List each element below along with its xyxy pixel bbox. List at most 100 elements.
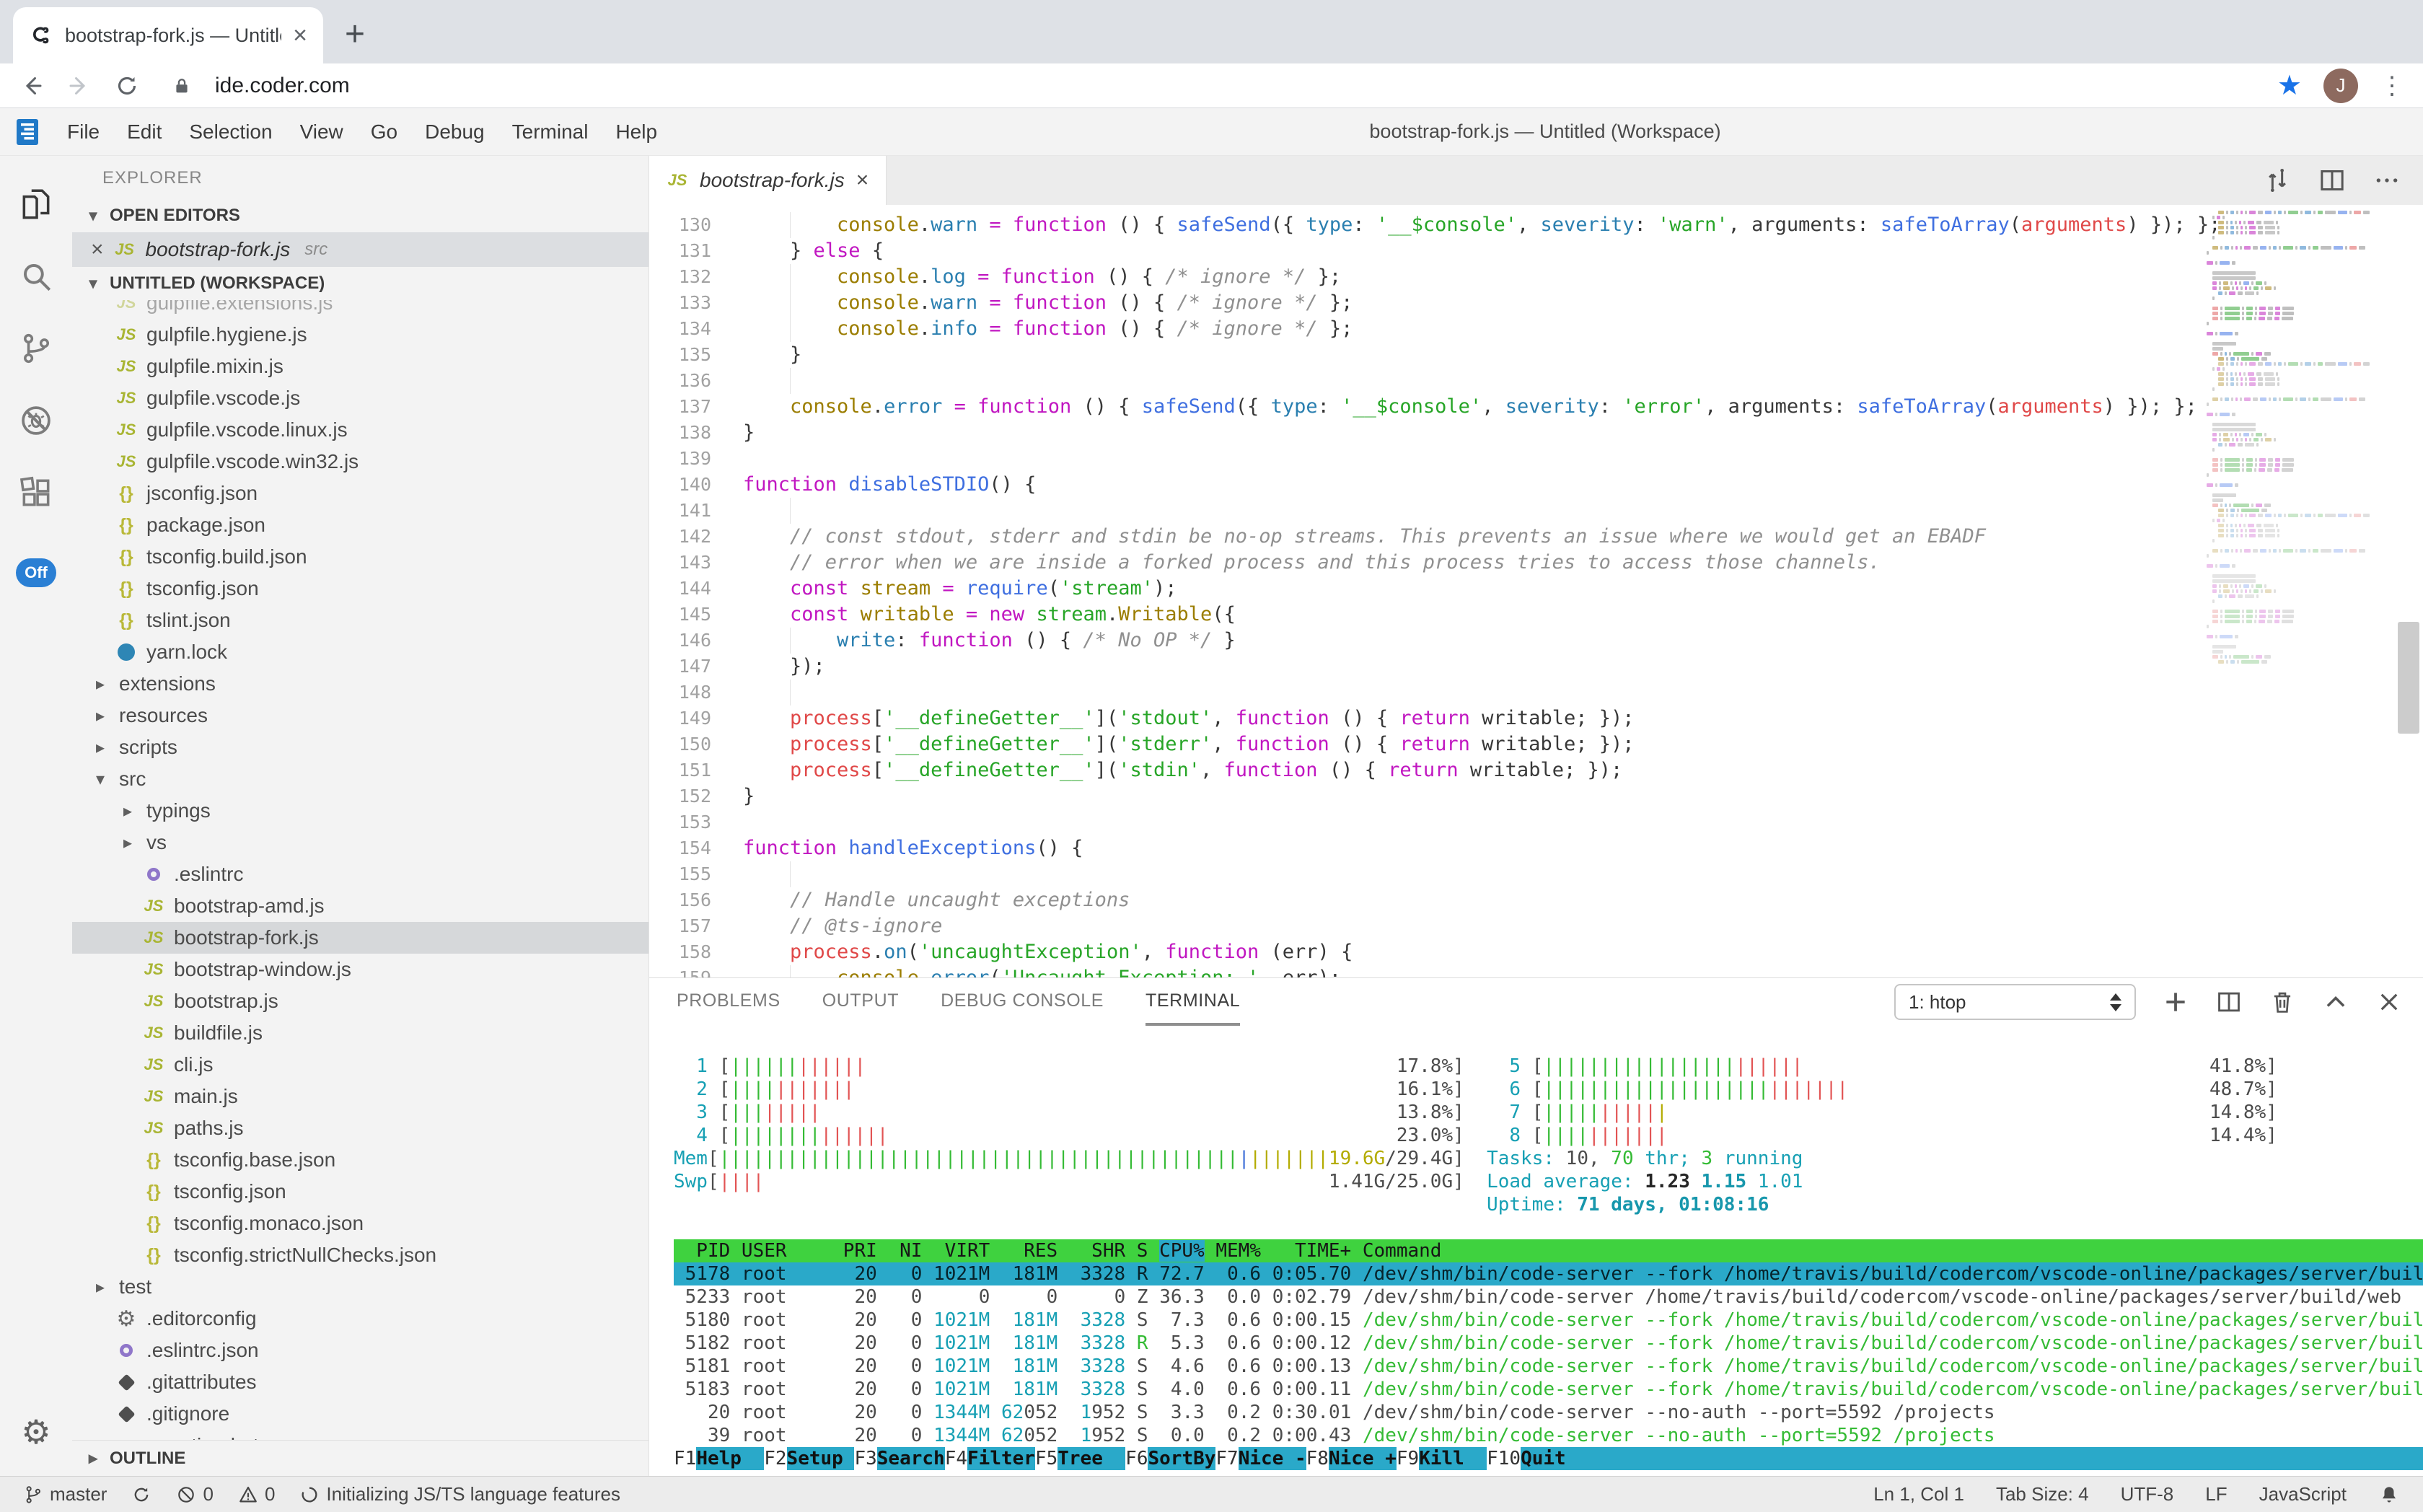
tree-item[interactable]: ⚙.editorconfig [72, 1303, 648, 1335]
code-line[interactable]: 153 [649, 809, 2207, 835]
htop-fnkey-bar[interactable]: F1Help F2Setup F3SearchF4FilterF5Tree F6… [674, 1447, 2423, 1470]
tree-item[interactable]: ▸resources [72, 700, 648, 731]
explorer-icon[interactable] [17, 185, 56, 224]
tree-item[interactable]: JSmain.js [72, 1081, 648, 1112]
panel-tab-debug-console[interactable]: DEBUG CONSOLE [941, 978, 1104, 1026]
forward-icon[interactable] [66, 73, 92, 99]
url-text[interactable]: ide.coder.com [215, 74, 350, 98]
tree-item[interactable]: yarn.lock [72, 636, 648, 668]
code-line[interactable]: 139 [649, 446, 2207, 472]
code-line[interactable]: 149process['__defineGetter__']('stdout',… [649, 706, 2207, 731]
debug-disabled-icon[interactable] [17, 401, 56, 440]
tree-item[interactable]: ▸scripts [72, 731, 648, 763]
tree-item[interactable]: ▸typings [72, 795, 648, 827]
status-spinner[interactable]: Initializing JS/TS language features [299, 1483, 620, 1506]
code-line[interactable]: 130console.warn = function () { safeSend… [649, 212, 2207, 238]
htop-process-row[interactable]: 5180 root 20 0 1021M 181M 3328 S 7.3 0.6… [674, 1309, 2423, 1332]
tree-item[interactable]: JSbootstrap-window.js [72, 954, 648, 985]
code-line[interactable]: 132console.log = function () { /* ignore… [649, 264, 2207, 290]
code-line[interactable]: 135} [649, 342, 2207, 368]
menu-terminal[interactable]: Terminal [498, 120, 602, 143]
terminal[interactable]: 1 [|||||||||||| 17.8%] 5 [||||||||||||||… [649, 1026, 2423, 1476]
code-line[interactable]: 144const stream = require('stream'); [649, 576, 2207, 602]
source-control-icon[interactable] [17, 329, 56, 368]
tree-item[interactable]: ≡.mention-bot [72, 1430, 648, 1440]
tree-item[interactable]: .eslintrc [72, 858, 648, 890]
close-panel-icon[interactable] [2375, 988, 2403, 1016]
htop-process-row[interactable]: 5233 root 20 0 0 0 0 Z 36.3 0.0 0:02.79 … [674, 1285, 2423, 1309]
editor-tab[interactable]: JS bootstrap-fork.js × [649, 156, 887, 205]
status-tab-size-4[interactable]: Tab Size: 4 [1996, 1483, 2089, 1506]
tree-item[interactable]: .gitattributes [72, 1366, 648, 1398]
tree-item[interactable]: ▸vs [72, 827, 648, 858]
status-warning[interactable]: 0 [238, 1483, 275, 1506]
tree-item[interactable]: {}tsconfig.json [72, 573, 648, 605]
code-line[interactable]: 151process['__defineGetter__']('stdin', … [649, 757, 2207, 783]
tree-item[interactable]: .eslintrc.json [72, 1335, 648, 1366]
code-line[interactable]: 140function disableSTDIO() { [649, 472, 2207, 498]
code-line[interactable]: 147}); [649, 654, 2207, 680]
panel-tab-problems[interactable]: PROBLEMS [677, 978, 780, 1026]
status-sync[interactable] [131, 1485, 151, 1505]
tree-item[interactable]: {}tsconfig.json [72, 1176, 648, 1208]
close-icon[interactable]: × [91, 237, 104, 262]
tree-item[interactable]: {}tsconfig.monaco.json [72, 1208, 648, 1239]
status-branch[interactable]: master [23, 1483, 107, 1506]
tree-item[interactable]: {}tsconfig.strictNullChecks.json [72, 1239, 648, 1271]
tree-item[interactable]: JSgulpfile.extensions.js [72, 300, 648, 319]
code-line[interactable]: 146write: function () { /* No OP */ } [649, 628, 2207, 654]
workspace-header[interactable]: ▾ UNTITLED (WORKSPACE) [72, 267, 648, 300]
tree-item[interactable]: {}package.json [72, 509, 648, 541]
menu-view[interactable]: View [286, 120, 357, 143]
new-terminal-icon[interactable] [2162, 988, 2189, 1016]
bookmark-star-icon[interactable]: ★ [2277, 69, 2302, 102]
search-icon[interactable] [17, 257, 56, 296]
tree-item[interactable]: JSgulpfile.hygiene.js [72, 319, 648, 351]
tree-item[interactable]: ▾src [72, 763, 648, 795]
tree-item[interactable]: {}tsconfig.build.json [72, 541, 648, 573]
back-icon[interactable] [19, 73, 45, 99]
minimap[interactable] [2207, 211, 2388, 665]
menu-debug[interactable]: Debug [411, 120, 498, 143]
htop-process-row[interactable]: 20 root 20 0 1344M 62052 1952 S 3.3 0.2 … [674, 1401, 2423, 1424]
menu-edit[interactable]: Edit [113, 120, 175, 143]
htop-table-header[interactable]: PID USER PRI NI VIRT RES SHR S CPU% MEM%… [674, 1239, 2423, 1262]
tree-item[interactable]: {}jsconfig.json [72, 478, 648, 509]
tree-item[interactable]: JSgulpfile.vscode.linux.js [72, 414, 648, 446]
tree-item[interactable]: JScli.js [72, 1049, 648, 1081]
code-line[interactable]: 148 [649, 680, 2207, 706]
htop-process-row[interactable]: 5178 root 20 0 1021M 181M 3328 R 72.7 0.… [674, 1262, 2423, 1285]
browser-menu-icon[interactable]: ⋮ [2380, 71, 2404, 100]
code-line[interactable]: 142// const stdout, stderr and stdin be … [649, 524, 2207, 550]
tree-item[interactable]: JSgulpfile.vscode.js [72, 382, 648, 414]
kill-terminal-icon[interactable] [2269, 988, 2296, 1016]
code-line[interactable]: 155 [649, 861, 2207, 887]
code-line[interactable]: 152} [649, 783, 2207, 809]
code-editor[interactable]: 130console.warn = function () { safeSend… [649, 205, 2423, 977]
browser-tab[interactable]: bootstrap-fork.js — Untitled (V × [13, 7, 323, 63]
terminal-select[interactable]: 1: htop [1894, 984, 2136, 1020]
open-changes-icon[interactable] [2263, 166, 2292, 195]
htop-process-row[interactable]: 5183 root 20 0 1021M 181M 3328 S 4.0 0.6… [674, 1378, 2423, 1401]
tree-item[interactable]: JSgulpfile.mixin.js [72, 351, 648, 382]
split-editor-icon[interactable] [2318, 166, 2347, 195]
status-ln-1-col-1[interactable]: Ln 1, Col 1 [1873, 1483, 1964, 1506]
maximize-panel-icon[interactable] [2322, 988, 2349, 1016]
code-line[interactable]: 157// @ts-ignore [649, 913, 2207, 939]
code-line[interactable]: 159console.error('Uncaught Exception: ',… [649, 965, 2207, 977]
tree-item[interactable]: {}tslint.json [72, 605, 648, 636]
htop-process-row[interactable]: 5182 root 20 0 1021M 181M 3328 R 5.3 0.6… [674, 1332, 2423, 1355]
status-badge[interactable]: Off [16, 558, 56, 587]
menu-help[interactable]: Help [602, 120, 671, 143]
code-line[interactable]: 131} else { [649, 238, 2207, 264]
panel-tab-terminal[interactable]: TERMINAL [1145, 978, 1240, 1026]
code-line[interactable]: 158process.on('uncaughtException', funct… [649, 939, 2207, 965]
code-line[interactable]: 137console.error = function () { safeSen… [649, 394, 2207, 420]
code-area[interactable]: 130console.warn = function () { safeSend… [649, 212, 2207, 977]
tree-item[interactable]: .gitignore [72, 1398, 648, 1430]
extensions-icon[interactable] [17, 473, 56, 512]
menu-file[interactable]: File [53, 120, 113, 143]
code-line[interactable]: 136 [649, 368, 2207, 394]
tree-item[interactable]: JSbootstrap.js [72, 985, 648, 1017]
status-javascript[interactable]: JavaScript [2259, 1483, 2347, 1506]
